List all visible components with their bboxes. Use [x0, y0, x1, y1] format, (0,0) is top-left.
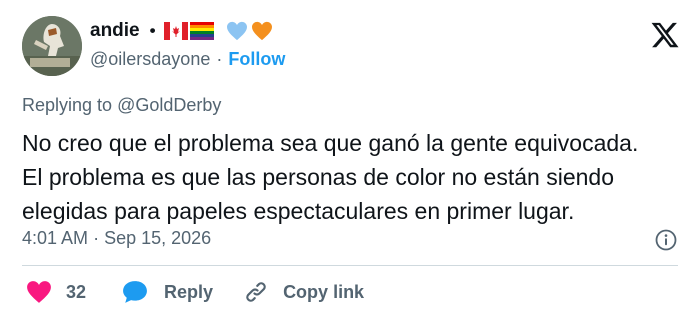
- link-icon: [246, 282, 266, 302]
- action-bar: 32 Reply Copy link: [26, 278, 364, 306]
- orange-heart-icon: [251, 21, 272, 41]
- avatar[interactable]: [22, 16, 82, 76]
- reply-bubble-icon: [123, 281, 147, 303]
- display-name[interactable]: andie: [90, 20, 140, 42]
- x-logo-icon[interactable]: [650, 20, 680, 50]
- tweet-timestamp[interactable]: 4:01 AM · Sep 15, 2026: [22, 228, 211, 249]
- replying-prefix: Replying to: [22, 95, 113, 115]
- hockey-player-avatar-icon: [22, 16, 82, 76]
- author-info: andie • @oilersdayone · Follow: [90, 18, 285, 72]
- reply-label: Reply: [164, 281, 214, 302]
- author-handle[interactable]: @oilersdayone: [90, 49, 210, 70]
- tweet-text-line: No creo que el problema sea que ganó la …: [22, 130, 639, 156]
- tweet-text-line: elegidas para papeles espectaculares en …: [22, 198, 575, 224]
- tweet-time: 4:01 AM: [22, 228, 89, 248]
- info-icon[interactable]: [654, 228, 678, 252]
- canada-flag-icon: [163, 22, 188, 40]
- timestamp-separator: ·: [93, 228, 100, 248]
- copy-link-label: Copy link: [283, 281, 365, 302]
- name-separator: •: [149, 21, 156, 40]
- rainbow-flag-icon: [189, 22, 214, 40]
- handle-separator: ·: [216, 48, 223, 69]
- reply-button[interactable]: Reply: [122, 280, 213, 304]
- replying-mention[interactable]: @GoldDerby: [117, 95, 221, 115]
- divider: [22, 265, 678, 266]
- tweet-date: Sep 15, 2026: [104, 228, 212, 248]
- like-button[interactable]: 32: [26, 280, 86, 304]
- blue-heart-icon: [226, 21, 247, 41]
- like-count: 32: [66, 281, 87, 302]
- follow-button[interactable]: Follow: [228, 49, 285, 70]
- copy-link-button[interactable]: Copy link: [243, 279, 364, 305]
- replying-to: Replying to @GoldDerby: [22, 95, 221, 116]
- tweet-text-line: El problema es que las personas de color…: [22, 164, 614, 190]
- tweet-text: No creo que el problema sea que ganó la …: [22, 126, 692, 228]
- tweet-header: andie • @oilersdayone · Follow: [22, 12, 682, 76]
- heart-icon: [27, 281, 51, 303]
